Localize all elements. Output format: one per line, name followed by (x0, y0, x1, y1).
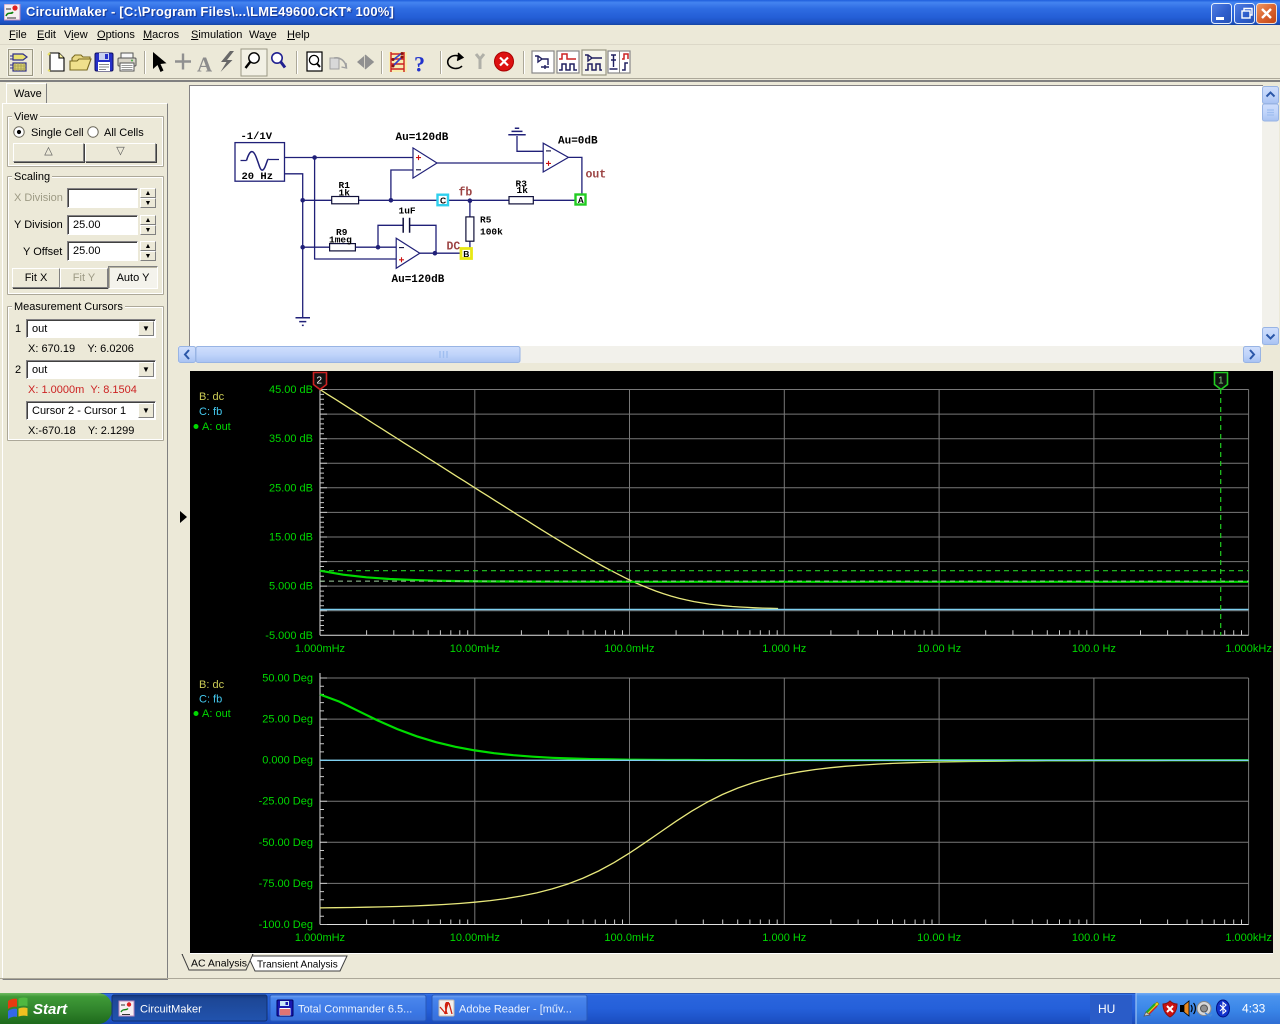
svg-text:25.00 dB: 25.00 dB (269, 482, 313, 494)
svg-text:10.00mHz: 10.00mHz (450, 643, 500, 655)
svg-text:0.000 Deg: 0.000 Deg (262, 755, 313, 767)
svg-text:50.00 Deg: 50.00 Deg (262, 673, 313, 685)
svg-text:Start: Start (33, 1001, 68, 1018)
svg-text:C: fb: C: fb (199, 694, 222, 706)
svg-text:fb: fb (459, 186, 473, 199)
svg-text:C: fb: C: fb (199, 406, 222, 418)
svg-text:Adobe Reader - [műv...: Adobe Reader - [műv... (459, 1004, 572, 1016)
svg-text:-25.00 Deg: -25.00 Deg (259, 796, 313, 808)
svg-text:-100.0 Deg: -100.0 Deg (259, 919, 313, 931)
svg-text:B: B (463, 249, 469, 259)
svg-text:1uF: 1uF (399, 206, 416, 217)
svg-text:100k: 100k (480, 226, 503, 237)
svg-text:5.000 dB: 5.000 dB (269, 581, 313, 593)
svg-text:1: 1 (1218, 376, 1224, 387)
svg-text:1.000kHz: 1.000kHz (1225, 643, 1271, 655)
svg-text:10.00 Hz: 10.00 Hz (917, 932, 961, 944)
svg-text:-75.00 Deg: -75.00 Deg (259, 878, 313, 890)
svg-text:-50.00 Deg: -50.00 Deg (259, 837, 313, 849)
svg-text:A: out: A: out (202, 421, 231, 433)
svg-text:1.000mHz: 1.000mHz (295, 932, 345, 944)
svg-text:25.00 Deg: 25.00 Deg (262, 714, 313, 726)
svg-text:100.0mHz: 100.0mHz (604, 932, 654, 944)
svg-text:1meg: 1meg (329, 235, 352, 246)
svg-text:-1/1V: -1/1V (241, 131, 273, 143)
svg-text:out: out (586, 168, 607, 181)
svg-text:?: ? (414, 52, 425, 77)
svg-text:2: 2 (317, 376, 323, 387)
svg-text:1.000 Hz: 1.000 Hz (762, 643, 806, 655)
svg-text:100.0mHz: 100.0mHz (604, 643, 654, 655)
svg-text:1k: 1k (339, 187, 351, 198)
svg-text:20 Hz: 20 Hz (242, 171, 274, 183)
svg-text:Au=120dB: Au=120dB (392, 274, 445, 286)
svg-text:15.00 dB: 15.00 dB (269, 532, 313, 544)
svg-text:Au=120dB: Au=120dB (396, 132, 449, 144)
svg-text:B: dc: B: dc (199, 391, 225, 403)
svg-text:45.00 dB: 45.00 dB (269, 384, 313, 396)
svg-text:10.00mHz: 10.00mHz (450, 932, 500, 944)
svg-text:HU: HU (1098, 1002, 1115, 1016)
svg-text:DC: DC (447, 240, 461, 253)
svg-text:4:33: 4:33 (1242, 1002, 1266, 1016)
svg-text:C: C (440, 195, 446, 205)
svg-text:1.000mHz: 1.000mHz (295, 643, 345, 655)
svg-text:100.0 Hz: 100.0 Hz (1072, 932, 1116, 944)
svg-text:35.00 dB: 35.00 dB (269, 433, 313, 445)
svg-text:A: out: A: out (202, 708, 231, 720)
svg-text:1k: 1k (517, 185, 529, 196)
svg-text:10.00 Hz: 10.00 Hz (917, 643, 961, 655)
svg-text:A: A (578, 195, 584, 205)
svg-text:Au=0dB: Au=0dB (558, 136, 598, 148)
svg-text:R5: R5 (480, 214, 492, 225)
svg-text:Transient Analysis: Transient Analysis (257, 960, 338, 971)
svg-text:Total Commander 6.5...: Total Commander 6.5... (298, 1004, 412, 1016)
svg-text:A: A (197, 53, 213, 77)
svg-text:-5.000 dB: -5.000 dB (265, 630, 313, 642)
svg-text:AC Analysis: AC Analysis (191, 958, 247, 970)
svg-text:B: dc: B: dc (199, 679, 225, 691)
svg-text:100.0 Hz: 100.0 Hz (1072, 643, 1116, 655)
svg-text:1.000 Hz: 1.000 Hz (762, 932, 806, 944)
svg-text:1.000kHz: 1.000kHz (1225, 932, 1271, 944)
svg-text:CircuitMaker: CircuitMaker (140, 1004, 202, 1016)
